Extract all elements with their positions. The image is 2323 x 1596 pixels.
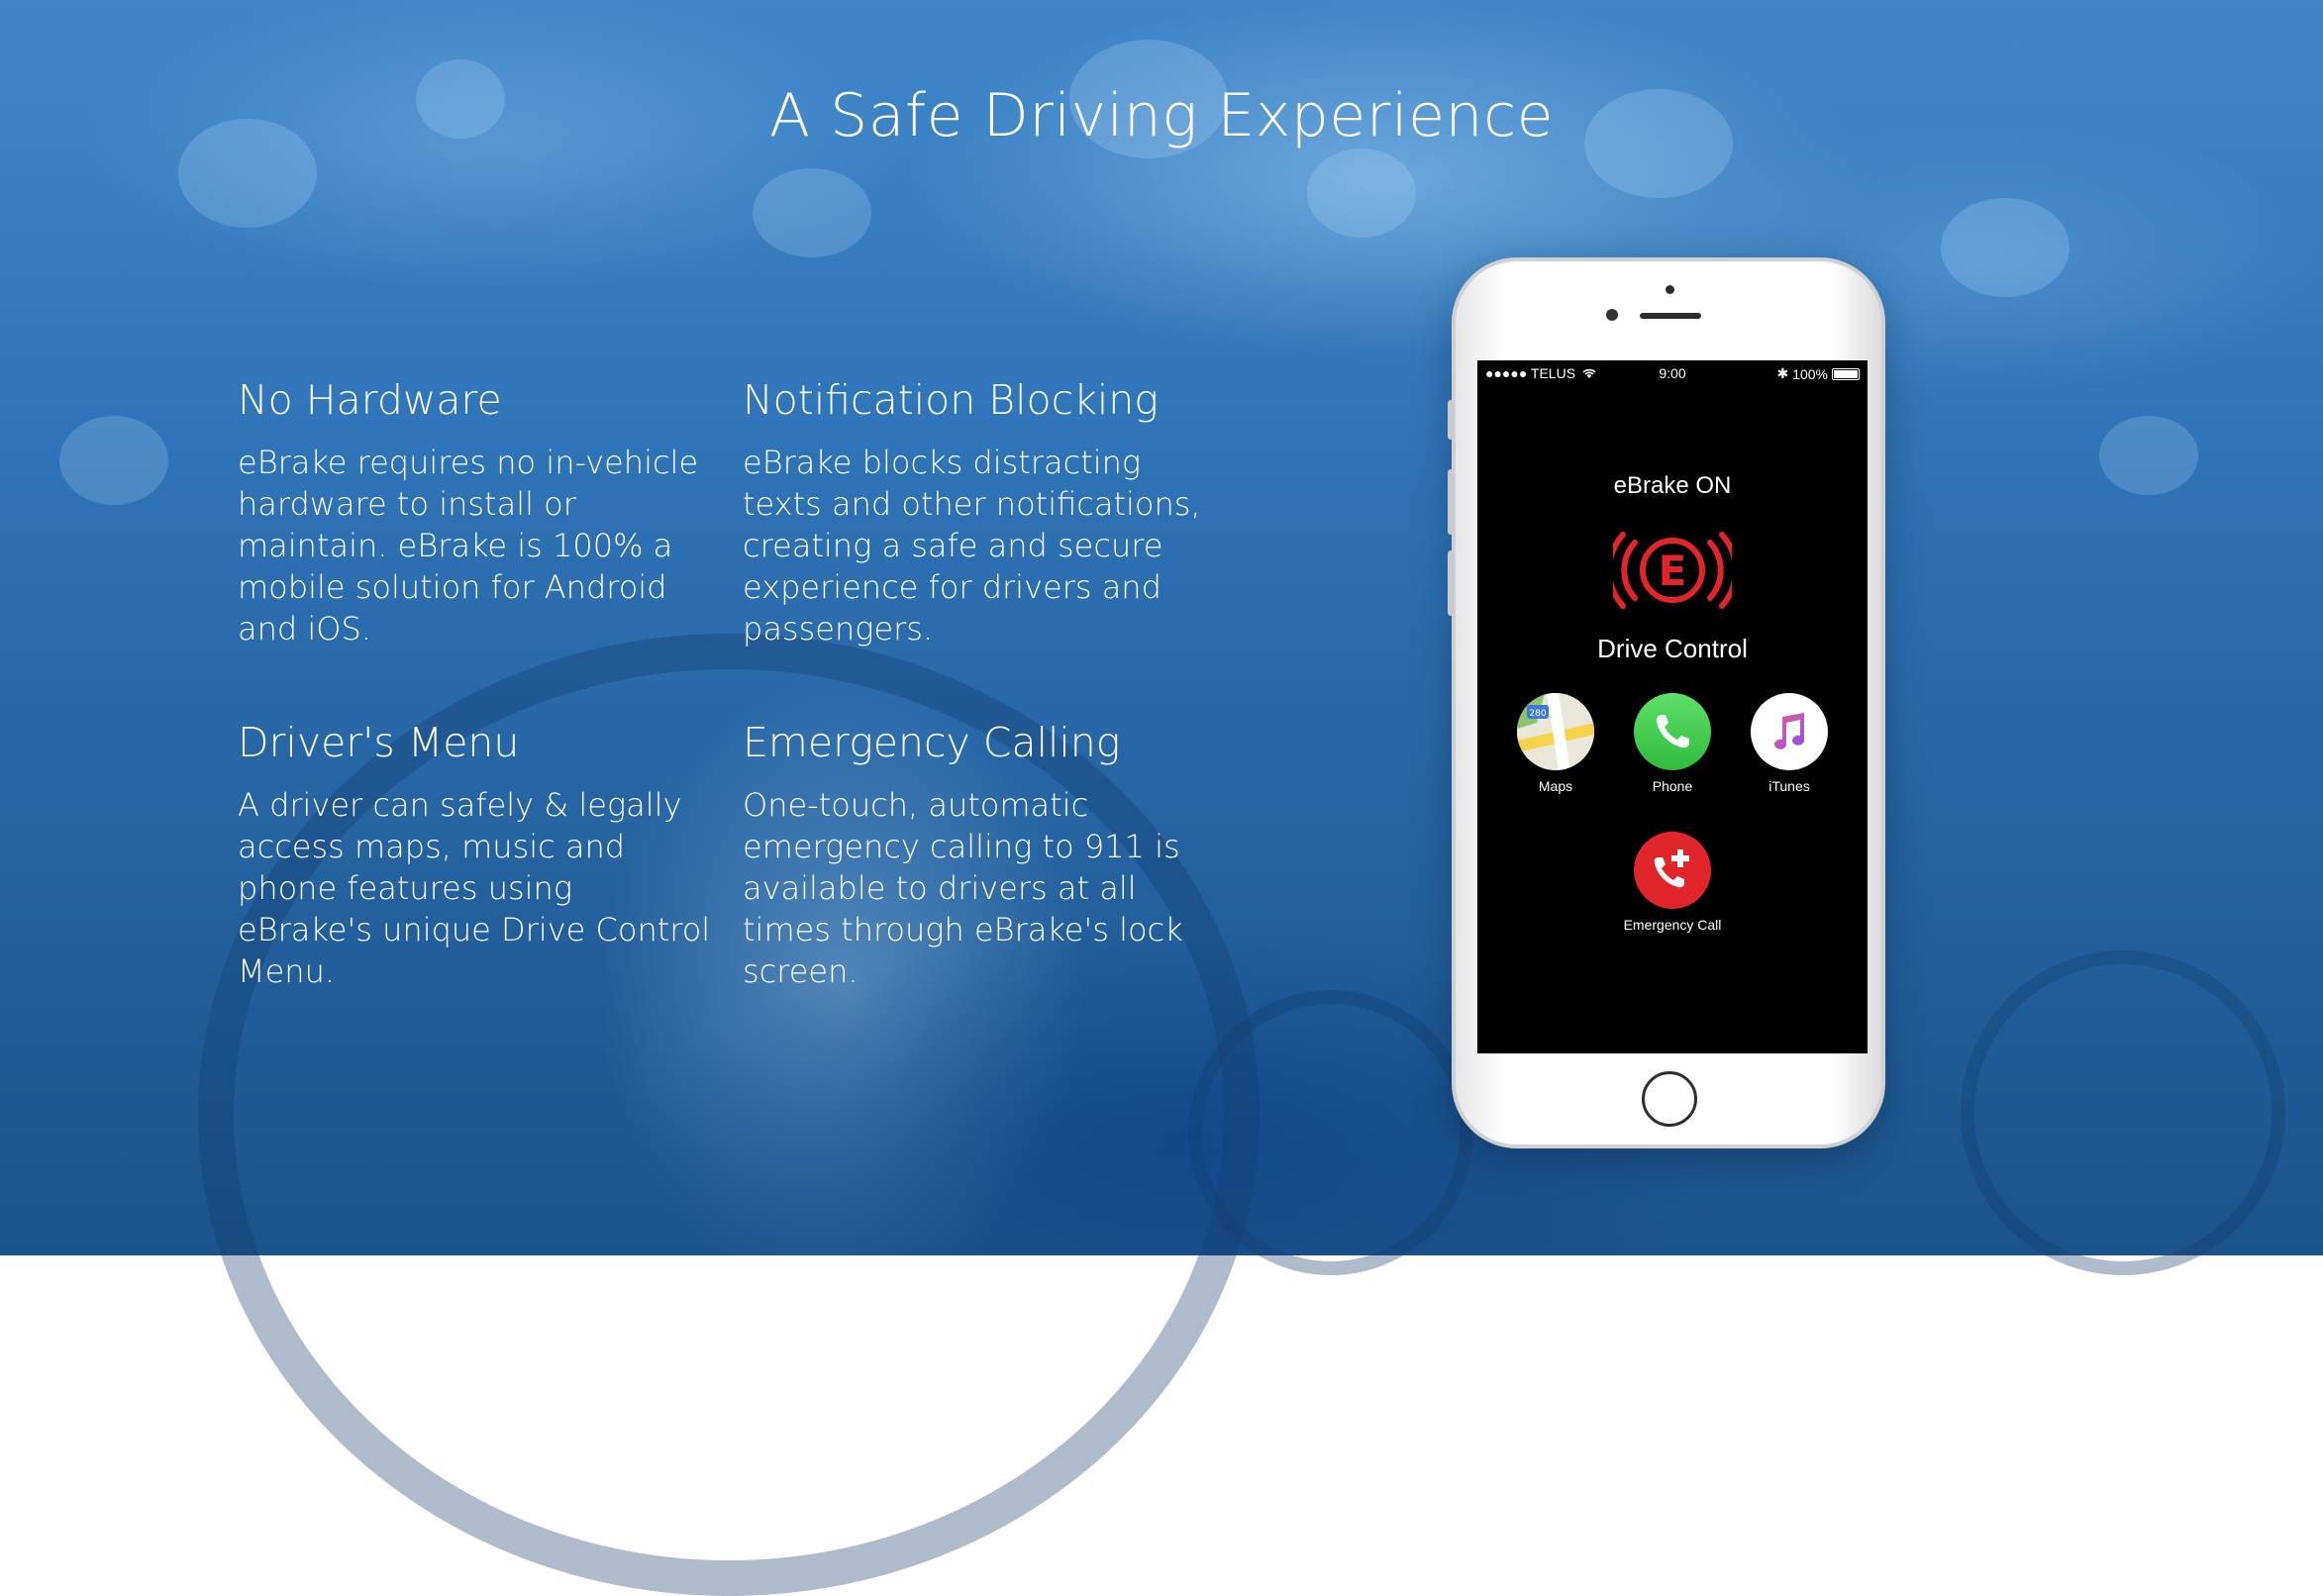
emergency-phone-glyph <box>1654 849 1689 888</box>
bokeh-light <box>1941 198 2070 297</box>
feature-notification-blocking: Notification Blocking eBrake blocks dist… <box>743 376 1218 649</box>
gauge <box>1188 990 1473 1275</box>
feature-text: eBrake blocks distracting texts and othe… <box>743 444 1201 648</box>
music-note-glyph <box>1774 713 1804 749</box>
mute-switch <box>1448 400 1454 440</box>
feature-heading: Notification Blocking <box>743 376 1159 424</box>
feature-emergency-calling: Emergency Calling One-touch, automatic e… <box>743 719 1218 992</box>
page-title: A Safe Driving Experience <box>768 81 1554 150</box>
feature-drivers-menu: Driver's Menu A driver can safely & lega… <box>238 719 713 992</box>
proximity-sensor <box>1666 285 1674 294</box>
app-label: Phone <box>1652 778 1693 794</box>
earpiece-speaker <box>1640 313 1701 319</box>
phone-mockup: ●●●●● TELUS 9:00 ✱ 100% eBrake ON E Driv… <box>1448 257 1885 1148</box>
logo-letter: E <box>1659 547 1687 595</box>
battery-status: ✱ 100% <box>1776 365 1860 382</box>
app-emergency-call[interactable]: Emergency Call <box>1623 832 1722 933</box>
volume-up-button <box>1448 469 1454 535</box>
app-itunes[interactable]: iTunes <box>1740 693 1839 794</box>
app-label: Emergency Call <box>1623 917 1722 933</box>
feature-heading: No Hardware <box>238 376 502 424</box>
status-bar: ●●●●● TELUS 9:00 ✱ 100% <box>1477 360 1868 384</box>
battery-icon <box>1832 367 1860 380</box>
bluetooth-icon: ✱ <box>1776 365 1789 381</box>
feature-heading: Driver's Menu <box>238 719 520 766</box>
bokeh-light <box>753 168 871 257</box>
maps-icon-graphic: 280 <box>1517 693 1594 770</box>
music-icon[interactable] <box>1751 693 1828 770</box>
app-phone[interactable]: Phone <box>1623 693 1722 794</box>
bokeh-light <box>1307 149 1416 238</box>
phone-handset-glyph <box>1656 715 1689 748</box>
app-label: iTunes <box>1768 778 1810 794</box>
phone-screen: ●●●●● TELUS 9:00 ✱ 100% eBrake ON E Driv… <box>1477 360 1868 1053</box>
feature-no-hardware: No Hardware eBrake requires no in-vehicl… <box>238 376 713 649</box>
maps-icon[interactable]: 280 <box>1517 693 1594 770</box>
maps-badge: 280 <box>1529 709 1546 719</box>
front-camera <box>1606 309 1618 321</box>
ebrake-status-text: eBrake ON <box>1613 472 1732 499</box>
bokeh-light <box>2099 416 2198 495</box>
volume-down-button <box>1448 550 1454 616</box>
ebrake-logo: E <box>1606 521 1739 620</box>
feature-text: eBrake requires no in-vehicle hardware t… <box>238 444 699 648</box>
feature-heading: Emergency Calling <box>743 719 1121 766</box>
emergency-call-icon[interactable] <box>1634 832 1711 909</box>
ebrake-logo-icon: E <box>1606 532 1739 609</box>
gauge <box>1961 950 2285 1275</box>
drive-control-title: Drive Control <box>1597 634 1748 663</box>
feature-text: One-touch, automatic emergency calling t… <box>743 786 1183 990</box>
app-label: Maps <box>1538 778 1573 794</box>
feature-text: A driver can safely & legally access map… <box>238 786 711 990</box>
bokeh-light <box>59 416 168 505</box>
home-button[interactable] <box>1642 1071 1697 1127</box>
phone-icon[interactable] <box>1634 693 1711 770</box>
battery-percent: 100% <box>1792 365 1828 382</box>
app-maps[interactable]: 280 Maps <box>1506 693 1605 794</box>
